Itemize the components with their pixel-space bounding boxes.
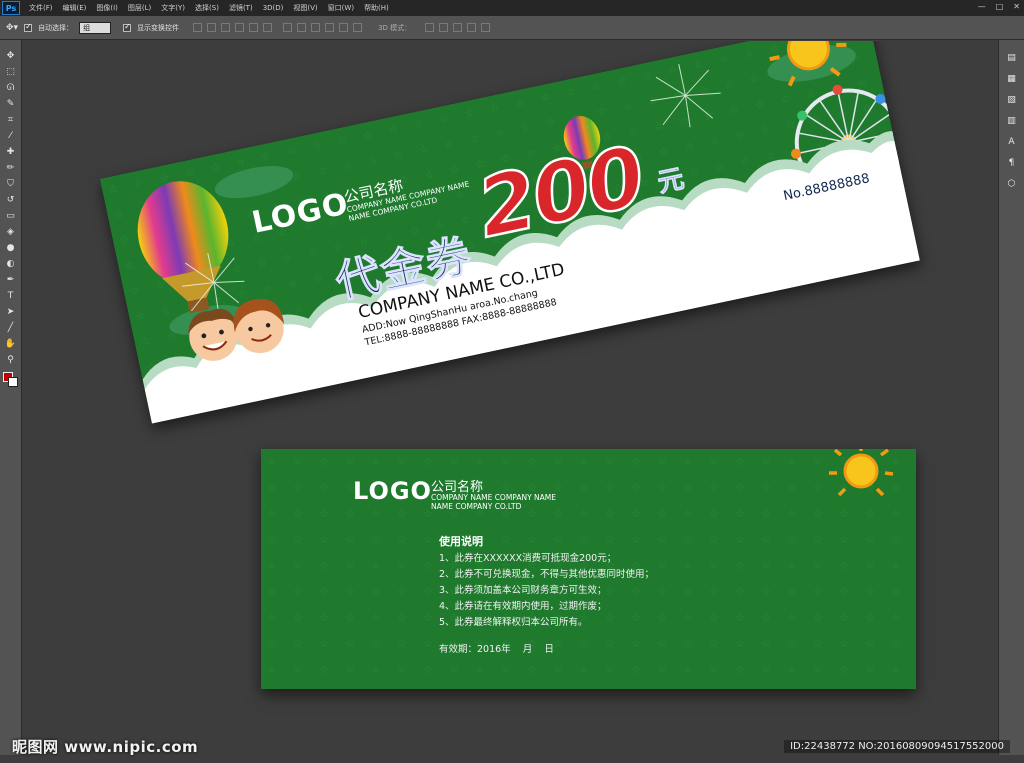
quick-select-icon[interactable]: ✎ xyxy=(4,98,18,110)
align-left-icon[interactable] xyxy=(235,23,245,32)
eraser-icon[interactable]: ▭ xyxy=(4,210,18,222)
distribute-hcenter-icon[interactable] xyxy=(339,23,349,32)
document-canvas[interactable]: ☆ xyxy=(23,41,997,755)
lasso-icon[interactable]: ᘏ xyxy=(4,82,18,94)
distribute-right-icon[interactable] xyxy=(353,23,363,32)
back-company-en-2: NAME COMPANY CO.LTD xyxy=(431,502,522,511)
3d-rotate-icon[interactable] xyxy=(425,23,435,32)
show-transform-checkbox[interactable] xyxy=(123,22,132,32)
healing-icon[interactable]: ✚ xyxy=(4,146,18,158)
usage-heading: 使用说明 xyxy=(439,535,483,548)
move-icon[interactable]: ✥ xyxy=(4,50,18,62)
character-panel-icon[interactable]: A xyxy=(1005,136,1019,148)
type-icon[interactable]: T xyxy=(4,290,18,302)
3d-drag-icon[interactable] xyxy=(453,23,463,32)
back-logo: LOGO xyxy=(353,477,432,505)
history-brush-icon[interactable]: ↺ xyxy=(4,194,18,206)
show-transform-label: 显示变换控件 xyxy=(137,23,180,32)
menu-window[interactable]: 窗口(W) xyxy=(323,3,359,13)
usage-rule-3: 3、此券须加盖本公司财务章方可生效； xyxy=(439,585,607,596)
close-icon[interactable]: ✕ xyxy=(1013,2,1020,11)
3d-roll-icon[interactable] xyxy=(439,23,449,32)
photoshop-logo: Ps xyxy=(2,1,20,15)
3d-mode-buttons xyxy=(425,23,491,32)
hand-icon[interactable]: ✋ xyxy=(4,338,18,350)
eyedropper-icon[interactable]: ⁄ xyxy=(4,130,18,142)
auto-select-label: 自动选择： xyxy=(38,23,74,32)
menu-type[interactable]: 文字(Y) xyxy=(156,3,190,13)
minimize-icon[interactable]: — xyxy=(978,2,986,11)
paragraph-panel-icon[interactable]: ¶ xyxy=(1005,157,1019,169)
blur-icon[interactable]: ● xyxy=(4,242,18,254)
dodge-icon[interactable]: ◐ xyxy=(4,258,18,270)
distribute-top-icon[interactable] xyxy=(283,23,293,32)
menu-view[interactable]: 视图(V) xyxy=(288,3,322,13)
menu-file[interactable]: 文件(F) xyxy=(24,3,58,13)
3d-scale-icon[interactable] xyxy=(481,23,491,32)
menu-help[interactable]: 帮助(H) xyxy=(359,3,394,13)
align-buttons xyxy=(193,23,363,32)
path-select-icon[interactable]: ➤ xyxy=(4,306,18,318)
voucher-front: ☆ xyxy=(100,41,920,424)
menu-select[interactable]: 选择(S) xyxy=(190,3,224,13)
background-color[interactable] xyxy=(7,377,18,387)
brush-icon[interactable]: ✏ xyxy=(4,162,18,174)
usage-rule-4: 4、此券请在有效期内使用，过期作废； xyxy=(439,601,607,612)
zoom-icon[interactable]: ⚲ xyxy=(4,354,18,366)
align-bottom-icon[interactable] xyxy=(221,23,231,32)
validity-date: 有效期：2016年 月 日 xyxy=(439,644,554,655)
distribute-left-icon[interactable] xyxy=(325,23,335,32)
usage-rule-5: 5、此券最终解释权归本公司所有。 xyxy=(439,617,588,628)
usage-rule-2: 2、此券不可兑换现金，不得与其他优惠同时使用； xyxy=(439,569,655,580)
align-hcenter-icon[interactable] xyxy=(249,23,259,32)
paint-bucket-icon[interactable]: ◈ xyxy=(4,226,18,238)
tools-panel: ✥ ⬚ ᘏ ✎ ⌗ ⁄ ✚ ✏ ⛉ ↺ ▭ ◈ ● ◐ ✒ T ➤ ╱ ✋ ⚲ xyxy=(0,40,22,755)
align-right-icon[interactable] xyxy=(263,23,273,32)
back-company-en-1: COMPANY NAME COMPANY NAME xyxy=(431,493,557,502)
line-icon[interactable]: ╱ xyxy=(4,322,18,334)
maximize-icon[interactable]: □ xyxy=(996,2,1004,11)
channels-panel-icon[interactable]: ▥ xyxy=(1005,115,1019,127)
3d-slide-icon[interactable] xyxy=(467,23,477,32)
window-controls: — □ ✕ xyxy=(978,2,1020,11)
menu-layer[interactable]: 图层(L) xyxy=(123,3,156,13)
stamp-icon[interactable]: ⛉ xyxy=(4,178,18,190)
menu-bar: Ps 文件(F) 编辑(E) 图像(I) 图层(L) 文字(Y) 选择(S) 滤… xyxy=(0,0,1024,16)
distribute-vcenter-icon[interactable] xyxy=(297,23,307,32)
crop-icon[interactable]: ⌗ xyxy=(4,114,18,126)
menu-image[interactable]: 图像(I) xyxy=(91,3,123,13)
pen-icon[interactable]: ✒ xyxy=(4,274,18,286)
menu-edit[interactable]: 编辑(E) xyxy=(58,3,92,13)
3d-mode-label: 3D 模式： xyxy=(378,23,412,32)
move-tool-preset-icon[interactable]: ✥▾ xyxy=(6,23,18,33)
align-vcenter-icon[interactable] xyxy=(207,23,217,32)
align-top-icon[interactable] xyxy=(193,23,203,32)
menu-3d[interactable]: 3D(D) xyxy=(258,4,289,12)
options-bar: ✥▾ 自动选择： 组 显示变换控件 3D 模式： xyxy=(0,16,1024,40)
adjustments-panel-icon[interactable]: ▧ xyxy=(1005,94,1019,106)
marquee-icon[interactable]: ⬚ xyxy=(4,66,18,78)
auto-select-dropdown[interactable]: 组 xyxy=(79,21,112,34)
site-watermark: 昵图网 www.nipic.com xyxy=(12,738,199,756)
distribute-bottom-icon[interactable] xyxy=(311,23,321,32)
usage-rule-1: 1、此券在XXXXXX消费可抵现金200元； xyxy=(439,553,617,564)
3d-panel-icon[interactable]: ⬡ xyxy=(1005,178,1019,190)
auto-select-checkbox[interactable] xyxy=(24,22,33,32)
color-swatches[interactable] xyxy=(2,372,19,388)
voucher-back: ☆ LOGO 公司名称 COMPANY NAME COMPANY NAME NA… xyxy=(261,449,916,689)
image-id: ID:22438772 NO:20160809094517552000 xyxy=(784,740,1010,753)
panel-dock: ▤ ▦ ▧ ▥ A ¶ ⬡ xyxy=(998,40,1024,755)
layers-panel-icon[interactable]: ▦ xyxy=(1005,73,1019,85)
history-panel-icon[interactable]: ▤ xyxy=(1005,52,1019,64)
menu-filter[interactable]: 滤镜(T) xyxy=(224,3,258,13)
